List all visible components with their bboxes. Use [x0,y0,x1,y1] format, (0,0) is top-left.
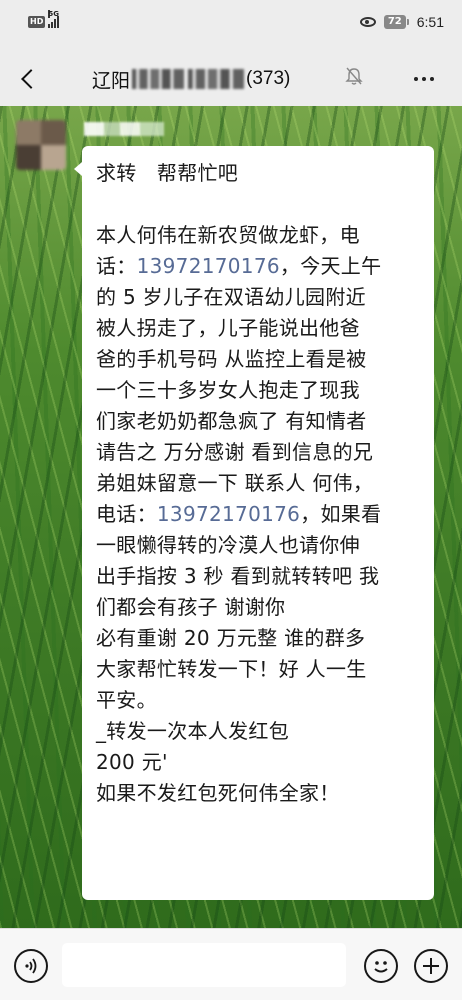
more-dots-icon [414,77,418,81]
voice-button[interactable] [14,949,48,983]
clock: 6:51 [416,14,444,30]
phone-number-link[interactable]: 13972170176 [157,502,300,526]
message-line: 一个三十多岁女人抱走了现我 [96,378,360,402]
message-line: _转发一次本人发红包 [96,719,289,743]
message-line: 爸的手机号码 从监控上看是被 [96,347,367,371]
chat-title-prefix: 辽阳 [92,70,131,92]
status-right: 72 6:51 [359,14,444,30]
message-line: 被人拐走了，儿子能说出他爸 [96,316,360,340]
chat-title-bar: 辽阳 (373) [0,52,462,106]
battery-icon: 72 [383,15,409,29]
message-line: 弟姐妹留意一下 联系人 何伟， [96,471,374,495]
message-line: 本人何伟在新农贸做龙虾，电 [96,223,360,247]
message-line: 电话：13972170176，如果看 [96,499,420,530]
message-line: 一眼懒得转的冷漠人也请你伸 [96,533,360,557]
sender-avatar[interactable] [16,120,66,170]
message-line: 平安。 [96,688,157,712]
eye-icon [359,17,376,27]
sender-name [84,122,164,136]
message-text-span: 话： [96,254,137,278]
voice-icon [25,958,37,974]
input-bar [0,928,462,1000]
message-line: 请告之 万分感谢 看到信息的兄 [96,440,374,464]
mute-bell-icon [345,67,363,85]
message-bubble[interactable]: 求转 帮帮忙吧 本人何伟在新农贸做龙虾，电 话：13972170176，今天上午的 … [74,146,434,900]
network-label: 5G [48,10,59,18]
back-chevron-icon [21,69,41,89]
message-line: 们都会有孩子 谢谢你 [96,595,286,619]
member-count: (373) [246,68,291,89]
message-input[interactable] [62,943,346,987]
emoji-icon [374,961,388,973]
signal-icon: 5G [48,10,60,28]
message-text-span: 电话： [96,502,157,526]
back-button[interactable] [10,60,46,98]
message-line: 求转 帮帮忙吧 [96,161,239,185]
message-line: 如果不发红包死何伟全家！ [96,781,340,805]
plus-icon [423,958,439,974]
message-text-span: ，如果看 [300,502,382,526]
status-bar: HD 5G 72 6:51 [0,0,462,52]
message-line: 的 5 岁儿子在双语幼儿园附近 [96,285,366,309]
message-text: 求转 帮帮忙吧 本人何伟在新农贸做龙虾，电 话：13972170176，今天上午的 … [96,158,420,809]
status-left: HD 5G [28,10,60,28]
hd-badge: HD [28,16,46,28]
battery-level: 72 [383,15,406,29]
chat-title: 辽阳 (373) [92,65,290,93]
message-line: 话：13972170176，今天上午 [96,251,420,282]
phone-number-link[interactable]: 13972170176 [137,254,280,278]
message-line: 大家帮忙转发一下！好 人一生 [96,657,367,681]
message-line: 们家老奶奶都急疯了 有知情者 [96,409,367,433]
redacted-group-name [188,69,245,89]
message-text-span: ，今天上午 [279,254,382,278]
plus-button[interactable] [414,949,448,983]
message-line: 出手指按 3 秒 看到就转转吧 我 [96,564,380,588]
message-line: 200 元' [96,750,168,774]
emoji-button[interactable] [364,949,398,983]
redacted-group-name [132,69,185,89]
message-line: 必有重谢 20 万元整 谁的群多 [96,626,366,650]
more-button[interactable] [406,64,442,94]
